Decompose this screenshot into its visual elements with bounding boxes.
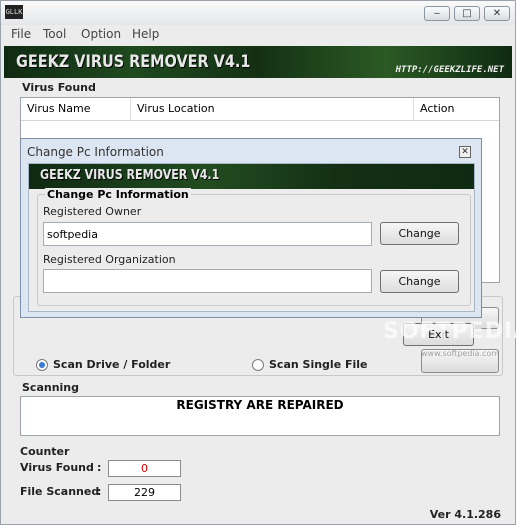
change-owner-button[interactable]: Change <box>380 222 459 245</box>
maximize-button[interactable]: □ <box>454 6 480 21</box>
menu-option[interactable]: Option <box>81 27 121 41</box>
dialog-banner-title: GEEKZ VIRUS REMOVER V4.1 <box>40 168 220 183</box>
registered-organization-label: Registered Organization <box>43 253 176 266</box>
scanning-label: Scanning <box>22 381 80 394</box>
dialog-body: GEEKZ VIRUS REMOVER V4.1 Change Pc Infor… <box>28 163 475 312</box>
virus-found-count: 0 <box>108 460 181 477</box>
change-pc-info-dialog: Change Pc Information ✕ GEEKZ VIRUS REMO… <box>20 138 482 318</box>
column-virus-name[interactable]: Virus Name <box>21 98 131 120</box>
menu-tool[interactable]: Tool <box>43 27 66 41</box>
menu-file[interactable]: File <box>11 27 31 41</box>
version-label: Ver 4.1.286 <box>429 508 501 521</box>
group-label: Change Pc Information <box>45 188 191 201</box>
virus-found-colon: : <box>97 461 102 474</box>
minimize-button[interactable]: ‒ <box>424 6 450 21</box>
dialog-banner: GEEKZ VIRUS REMOVER V4.1 <box>29 164 474 189</box>
menu-bar: File Tool Option Help <box>1 25 515 45</box>
column-virus-location[interactable]: Virus Location <box>131 98 414 120</box>
file-scanned-colon: : <box>97 485 102 498</box>
file-scanned-label: File Scanned <box>20 485 100 498</box>
scan-single-file-label: Scan Single File <box>269 358 368 371</box>
banner-title: GEEKZ VIRUS REMOVER V4.1 <box>16 52 251 72</box>
file-scanned-count: 229 <box>108 484 181 501</box>
column-action[interactable]: Action <box>414 98 499 120</box>
scanning-status-text: REGISTRY ARE REPAIRED <box>176 398 344 412</box>
title-bar[interactable]: GLLK ‒ □ ✕ <box>1 1 515 25</box>
menu-help[interactable]: Help <box>132 27 159 41</box>
virus-list-header: Virus Name Virus Location Action <box>21 98 499 121</box>
scan-single-file-radio[interactable] <box>252 359 264 371</box>
softpedia-watermark: SOFTPEDIA <box>383 319 516 344</box>
softpedia-watermark-url: www.softpedia.com <box>421 349 500 358</box>
scanning-status-box: REGISTRY ARE REPAIRED <box>20 396 500 436</box>
app-banner: GEEKZ VIRUS REMOVER V4.1 HTTP://GEEKZLIF… <box>4 46 512 78</box>
change-pc-info-group: Change Pc Information Registered Owner C… <box>37 188 471 306</box>
banner-url: HTTP://GEEKZLIFE.NET <box>395 65 504 75</box>
dialog-close-button[interactable]: ✕ <box>459 146 471 158</box>
registered-organization-input[interactable] <box>43 269 372 293</box>
registered-owner-label: Registered Owner <box>43 205 142 218</box>
virus-found-label: Virus Found <box>22 81 96 94</box>
counter-label: Counter <box>20 445 70 458</box>
virus-found-count-label: Virus Found <box>20 461 94 474</box>
close-button[interactable]: ✕ <box>484 6 510 21</box>
scan-drive-folder-label: Scan Drive / Folder <box>53 358 171 371</box>
change-organization-button[interactable]: Change <box>380 270 459 293</box>
scan-drive-folder-radio[interactable] <box>36 359 48 371</box>
app-icon: GLLK <box>5 5 23 19</box>
registered-owner-input[interactable] <box>43 222 372 246</box>
dialog-title: Change Pc Information <box>27 145 164 159</box>
main-window: GLLK ‒ □ ✕ File Tool Option Help GEEKZ V… <box>0 0 516 525</box>
